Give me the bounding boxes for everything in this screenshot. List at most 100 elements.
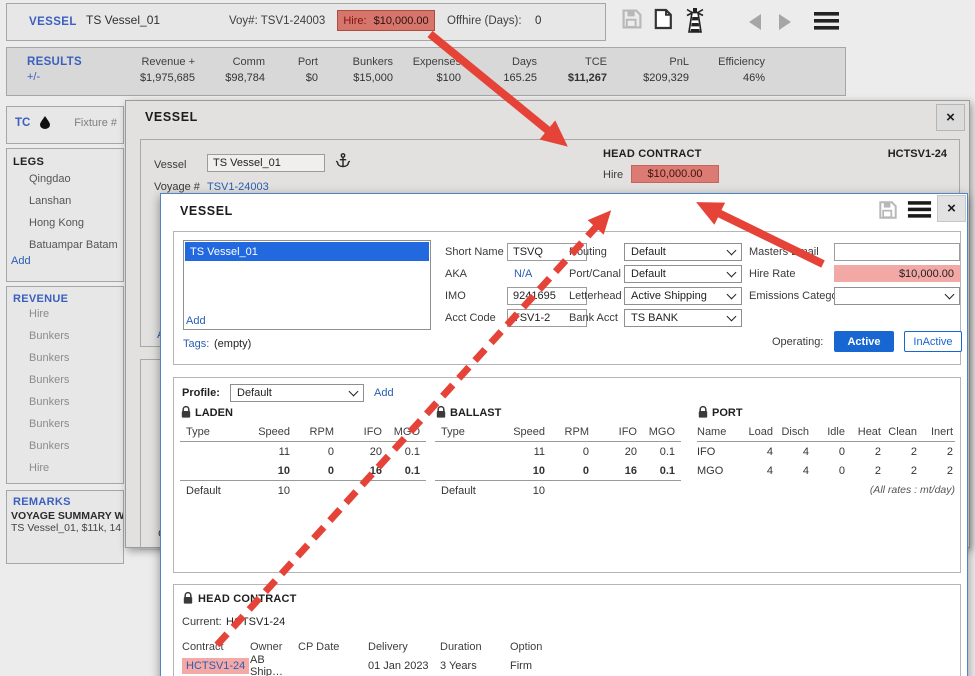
bank-acct-label: Bank Acct [569, 312, 618, 324]
voyage-number-link[interactable]: TSV1-24003 [207, 181, 269, 193]
lighthouse-icon[interactable] [680, 3, 710, 35]
table-header-row: TypeSpeedRPMIFOMGO [180, 422, 426, 442]
chevron-down-icon [727, 268, 737, 278]
anchor-icon[interactable] [335, 152, 351, 169]
menu-icon[interactable] [813, 11, 840, 31]
leg-item[interactable]: Qingdao [29, 173, 71, 185]
vessel-master-dialog: VESSEL × TS Vessel_01 Add Tags: (empty) … [160, 193, 968, 676]
leg-item[interactable]: Lanshan [29, 195, 71, 207]
operating-inactive-button[interactable]: InActive [904, 331, 962, 352]
lock-icon [180, 405, 192, 419]
save-icon[interactable] [877, 199, 899, 221]
profile-select[interactable]: Default [230, 384, 364, 402]
results-col-pnl: PnL$209,329 [607, 56, 689, 84]
short-name-label: Short Name [445, 246, 504, 258]
revenue-item[interactable]: Hire [29, 462, 49, 474]
droplet-icon [40, 116, 50, 129]
current-contract-label: Current: [182, 616, 222, 628]
ballast-table[interactable]: TypeSpeedRPMIFOMGO 110200.1 100160.1 Def… [435, 422, 681, 500]
results-col-expenses: Expenses$100 [393, 56, 461, 84]
menu-icon[interactable] [907, 200, 932, 219]
table-header-row: NameLoadDischIdleHeatCleanInert [697, 422, 955, 442]
operating-active-button[interactable]: Active [834, 331, 894, 352]
results-col-comm: Comm$98,784 [195, 56, 265, 84]
new-document-icon[interactable] [651, 7, 675, 31]
toolbar-title: VESSEL [29, 16, 77, 28]
masters-email-label: Masters Email [749, 246, 819, 258]
save-icon[interactable] [620, 7, 644, 31]
table-row[interactable]: 110200.1 [180, 442, 426, 461]
aka-label: AKA [445, 268, 467, 280]
dialog2-title: VESSEL [180, 204, 233, 218]
close-icon[interactable]: × [937, 195, 966, 222]
toolbar-hire-label: Hire: [343, 15, 366, 27]
fixture-label: Fixture # [74, 117, 117, 129]
results-title: RESULTS [27, 56, 82, 68]
vessel-listbox[interactable]: TS Vessel_01 Add [183, 240, 431, 330]
revenue-item[interactable]: Bunkers [29, 374, 69, 386]
legs-panel: LEGS Qingdao Lanshan Hong Kong Batuampar… [6, 148, 124, 282]
revenue-item[interactable]: Bunkers [29, 440, 69, 452]
vessel-list-item-selected[interactable]: TS Vessel_01 [185, 242, 429, 261]
remarks-title: REMARKS [13, 496, 71, 508]
port-table[interactable]: NameLoadDischIdleHeatCleanInert IFO44022… [697, 422, 955, 496]
vessel-field-input[interactable] [207, 154, 325, 172]
results-columns: Revenue +$1,975,685 Comm$98,784 Port$0 B… [97, 56, 837, 84]
close-icon[interactable]: × [936, 104, 965, 131]
revenue-item[interactable]: Hire [29, 308, 49, 320]
revenue-item[interactable]: Bunkers [29, 352, 69, 364]
tc-tab[interactable]: TC [15, 117, 30, 129]
results-col-revenue: Revenue +$1,975,685 [97, 56, 195, 84]
lock-icon [435, 405, 447, 419]
vessel-list-add-link[interactable]: Add [186, 315, 206, 327]
table-row[interactable]: HCTSV1-24 AB Ship… 01 Jan 2023 3 Years F… [182, 656, 742, 676]
emissions-category-select[interactable] [834, 287, 960, 305]
leg-item[interactable]: Batuampar Batam [29, 239, 118, 251]
profile-add-link[interactable]: Add [374, 387, 394, 399]
toolbar-hire-value: $10,000.00 [374, 15, 429, 27]
routing-select[interactable]: Default [624, 243, 742, 261]
vessel-field-label: Vessel [154, 159, 186, 171]
lock-icon [182, 591, 194, 605]
table-row[interactable]: IFO440222 [697, 442, 955, 461]
table-row[interactable]: 100160.1 [435, 461, 681, 480]
remarks-line1: VOYAGE SUMMARY WHE [11, 510, 124, 522]
results-col-days: Days165.25 [461, 56, 537, 84]
head-contract-hire-highlight[interactable]: $10,000.00 [631, 165, 719, 183]
port-canal-select[interactable]: Default [624, 265, 742, 283]
results-col-tce: TCE$11,267 [537, 56, 607, 84]
table-row[interactable]: 100160.1 [180, 461, 426, 480]
results-col-bunkers: Bunkers$15,000 [318, 56, 393, 84]
tags-label[interactable]: Tags: [183, 338, 209, 350]
legs-add-link[interactable]: Add [11, 255, 31, 267]
results-plusminus[interactable]: +/- [27, 71, 40, 83]
toolbar-offhire-value: 0 [535, 15, 541, 27]
letterhead-select[interactable]: Active Shipping [624, 287, 742, 305]
head-contract-section-title: HEAD CONTRACT [198, 593, 297, 605]
leg-item[interactable]: Hong Kong [29, 217, 84, 229]
hire-rate-highlight[interactable]: $10,000.00 [834, 265, 960, 282]
revenue-item[interactable]: Bunkers [29, 330, 69, 342]
speed-cons-panel: Profile: Default Add LADEN TypeSpeedRPMI… [173, 377, 961, 573]
aka-value-link[interactable]: N/A [514, 268, 532, 280]
head-contract-table[interactable]: ContractOwnerCP DateDeliveryDurationOpti… [182, 637, 742, 676]
routing-label: Routing [569, 246, 607, 258]
table-row[interactable]: MGO440222 [697, 461, 955, 480]
table-row[interactable]: 110200.1 [435, 442, 681, 461]
port-rates-note: (All rates : mt/day) [697, 484, 955, 496]
results-bar: RESULTS +/- Revenue +$1,975,685 Comm$98,… [6, 47, 846, 96]
identity-panel: TS Vessel_01 Add Tags: (empty) Short Nam… [173, 231, 961, 365]
laden-table[interactable]: TypeSpeedRPMIFOMGO 110200.1 100160.1 Def… [180, 422, 426, 500]
nav-previous-icon[interactable] [744, 12, 766, 32]
chevron-down-icon [727, 312, 737, 322]
revenue-item[interactable]: Bunkers [29, 396, 69, 408]
bank-acct-select[interactable]: TS BANK [624, 309, 742, 327]
revenue-item[interactable]: Bunkers [29, 418, 69, 430]
contract-ref-highlight[interactable]: HCTSV1-24 [182, 658, 249, 674]
masters-email-input[interactable] [834, 243, 960, 261]
table-row[interactable]: Default10 [180, 480, 426, 500]
toolbar-hire-highlight[interactable]: Hire: $10,000.00 [337, 10, 435, 31]
operating-label: Operating: [772, 336, 823, 348]
table-row[interactable]: Default10 [435, 480, 681, 500]
nav-next-icon[interactable] [774, 12, 796, 32]
